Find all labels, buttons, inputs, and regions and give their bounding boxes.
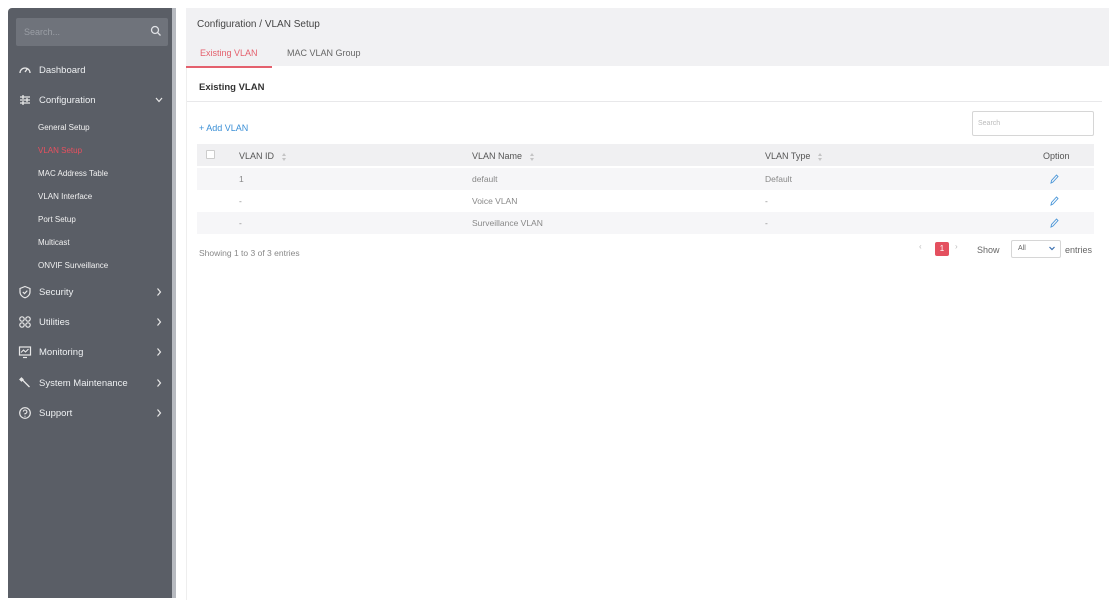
dashboard-icon bbox=[19, 67, 31, 74]
sidebar-item-dashboard[interactable]: Dashboard bbox=[8, 60, 172, 80]
table-row: - Voice VLAN - bbox=[197, 190, 1094, 212]
sidebar-search-input[interactable]: Search... bbox=[16, 18, 168, 46]
shield-icon bbox=[19, 285, 31, 299]
sidebar: Search... Dashboard Configuration Genera… bbox=[8, 8, 176, 598]
edit-pencil-icon[interactable] bbox=[1049, 173, 1059, 185]
chevron-right-icon bbox=[157, 409, 162, 417]
column-header-vlan-name[interactable]: VLAN Name bbox=[472, 151, 534, 161]
sidebar-item-label: Support bbox=[39, 407, 73, 419]
sidebar-item-label: Monitoring bbox=[39, 346, 84, 358]
sidebar-item-label: Security bbox=[39, 286, 74, 298]
monitor-icon bbox=[18, 346, 32, 359]
sidebar-item-support[interactable]: Support bbox=[8, 403, 172, 423]
sidebar-item-label: Utilities bbox=[39, 316, 70, 328]
sidebar-item-system-maintenance[interactable]: System Maintenance bbox=[8, 373, 172, 393]
help-icon bbox=[19, 407, 31, 419]
cell-vlan-id: - bbox=[239, 196, 242, 206]
content-card: Existing VLAN + Add VLAN Search VLAN ID … bbox=[186, 68, 1102, 600]
sidebar-subitem-onvif-surveillance[interactable]: ONVIF Surveillance bbox=[38, 261, 108, 270]
tab-mac-vlan-group[interactable]: MAC VLAN Group bbox=[287, 48, 361, 58]
sidebar-subitem-vlan-interface[interactable]: VLAN Interface bbox=[38, 192, 92, 201]
table-header: VLAN ID VLAN Name VLAN Type Option bbox=[197, 144, 1094, 166]
sidebar-subitem-vlan-setup[interactable]: VLAN Setup bbox=[38, 146, 82, 155]
cell-vlan-type: Default bbox=[765, 174, 792, 184]
chevron-down-icon bbox=[155, 97, 163, 103]
column-header-vlan-id[interactable]: VLAN ID bbox=[239, 151, 286, 161]
page-size-select[interactable]: All bbox=[1011, 240, 1061, 258]
sidebar-subitem-port-setup[interactable]: Port Setup bbox=[38, 215, 76, 224]
sidebar-item-label: Configuration bbox=[39, 94, 96, 106]
cell-vlan-id: - bbox=[239, 218, 242, 228]
entries-summary: Showing 1 to 3 of 3 entries bbox=[199, 248, 300, 258]
sidebar-item-monitoring[interactable]: Monitoring bbox=[8, 342, 172, 362]
page-header: Configuration / VLAN Setup Existing VLAN… bbox=[186, 8, 1109, 68]
column-label: VLAN Name bbox=[472, 151, 523, 161]
add-vlan-button[interactable]: + Add VLAN bbox=[199, 123, 248, 133]
edit-pencil-icon[interactable] bbox=[1049, 195, 1059, 207]
sort-icon bbox=[529, 152, 534, 161]
sidebar-subitem-multicast[interactable]: Multicast bbox=[38, 238, 70, 247]
chevron-right-icon bbox=[157, 318, 162, 326]
sort-icon bbox=[281, 152, 286, 161]
wrench-icon bbox=[19, 377, 30, 388]
entries-label: entries bbox=[1065, 245, 1093, 255]
sidebar-item-configuration[interactable]: Configuration bbox=[8, 90, 172, 110]
chevron-right-icon bbox=[157, 288, 162, 296]
chevron-right-icon bbox=[157, 379, 162, 387]
sidebar-scrollbar[interactable] bbox=[172, 8, 176, 598]
grid-icon bbox=[19, 316, 31, 328]
column-label: VLAN ID bbox=[239, 151, 275, 161]
card-title: Existing VLAN bbox=[199, 82, 265, 93]
table-search-placeholder: Search bbox=[978, 120, 1001, 127]
cell-vlan-type: - bbox=[765, 196, 768, 206]
column-header-vlan-type[interactable]: VLAN Type bbox=[765, 151, 822, 161]
cell-vlan-type: - bbox=[765, 218, 768, 228]
sidebar-subitem-general-setup[interactable]: General Setup bbox=[38, 123, 90, 132]
tab-existing-vlan[interactable]: Existing VLAN bbox=[200, 48, 258, 58]
prev-page-button[interactable]: ‹ bbox=[919, 242, 922, 251]
edit-pencil-icon[interactable] bbox=[1049, 217, 1059, 229]
table-search-input[interactable]: Search bbox=[972, 111, 1094, 136]
page-1-button[interactable]: 1 bbox=[935, 242, 949, 256]
sidebar-subitem-mac-address-table[interactable]: MAC Address Table bbox=[38, 169, 108, 178]
table-row: - Surveillance VLAN - bbox=[197, 212, 1094, 234]
chevron-down-icon bbox=[1049, 246, 1055, 251]
cell-vlan-id: 1 bbox=[239, 174, 244, 184]
sidebar-item-security[interactable]: Security bbox=[8, 282, 172, 302]
chevron-right-icon bbox=[157, 348, 162, 356]
sidebar-item-label: Dashboard bbox=[39, 64, 86, 76]
cell-vlan-name: default bbox=[472, 174, 498, 184]
sliders-icon bbox=[20, 95, 30, 105]
sidebar-search-placeholder: Search... bbox=[24, 27, 61, 37]
sort-icon bbox=[817, 152, 822, 161]
select-all-checkbox[interactable] bbox=[206, 150, 215, 159]
sidebar-item-utilities[interactable]: Utilities bbox=[8, 312, 172, 332]
page-size-value: All bbox=[1018, 245, 1026, 252]
column-label: VLAN Type bbox=[765, 151, 811, 161]
next-page-button[interactable]: › bbox=[955, 242, 958, 251]
divider bbox=[187, 101, 1102, 102]
cell-vlan-name: Surveillance VLAN bbox=[472, 218, 543, 228]
search-icon bbox=[150, 25, 161, 36]
breadcrumb: Configuration / VLAN Setup bbox=[197, 19, 320, 30]
table-row: 1 default Default bbox=[197, 168, 1094, 190]
column-header-option: Option bbox=[1043, 151, 1070, 161]
show-label: Show bbox=[977, 245, 1000, 255]
cell-vlan-name: Voice VLAN bbox=[472, 196, 518, 206]
sidebar-item-label: System Maintenance bbox=[39, 377, 128, 389]
